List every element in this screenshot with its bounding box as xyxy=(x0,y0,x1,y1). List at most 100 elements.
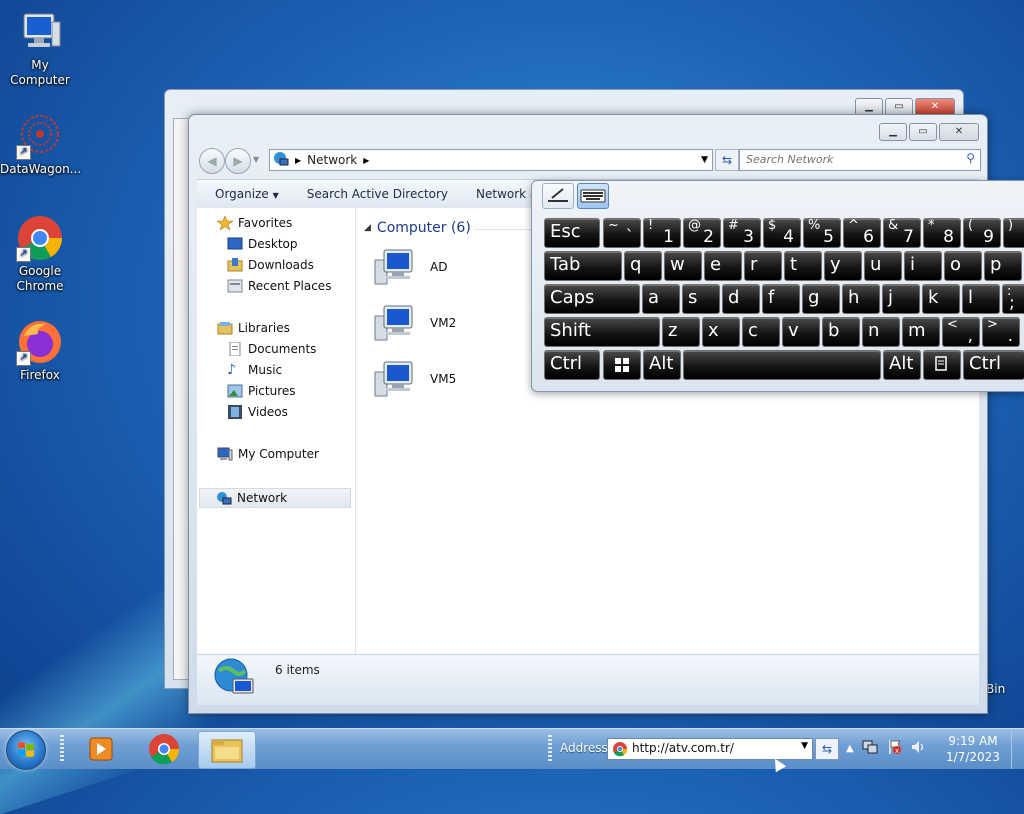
key-menu[interactable] xyxy=(923,350,961,380)
key-3[interactable]: #3 xyxy=(723,218,761,248)
group-header-computer[interactable]: ◢ Computer (6) xyxy=(364,220,471,236)
key-r[interactable]: r xyxy=(744,251,782,281)
key-y[interactable]: y xyxy=(824,251,862,281)
key-8[interactable]: * 8 xyxy=(923,218,961,248)
key-h[interactable]: h xyxy=(842,284,880,314)
handwriting-tab[interactable] xyxy=(542,183,574,209)
search-active-directory-button[interactable]: Search Active Directory xyxy=(307,187,448,201)
key-comma[interactable]: <, xyxy=(942,317,980,347)
network-tray-icon[interactable] xyxy=(862,739,878,758)
collapse-triangle-icon[interactable]: ◢ xyxy=(364,223,371,233)
key-g[interactable]: g xyxy=(802,284,840,314)
key-v[interactable]: v xyxy=(782,317,820,347)
key-0[interactable]: ) xyxy=(1003,218,1024,248)
taskbar-chrome[interactable] xyxy=(136,731,192,767)
key-4[interactable]: $4 xyxy=(763,218,801,248)
nav-downloads[interactable]: Downloads xyxy=(227,258,314,272)
minimize-button[interactable]: ▁ xyxy=(879,123,907,141)
nav-music[interactable]: ♪ Music xyxy=(227,363,282,377)
key-period[interactable]: >. xyxy=(982,317,1020,347)
nav-my-computer[interactable]: My Computer xyxy=(217,447,319,461)
refresh-button[interactable]: ⇆ xyxy=(715,149,739,171)
action-center-flag-icon[interactable]: x xyxy=(886,739,902,758)
taskbar-grip[interactable] xyxy=(60,735,64,763)
nav-favorites[interactable]: Favorites xyxy=(216,215,292,231)
breadcrumb-network[interactable]: Network xyxy=(307,153,357,167)
key-s[interactable]: s xyxy=(682,284,720,314)
search-input[interactable] xyxy=(740,150,962,168)
key-o[interactable]: o xyxy=(944,251,982,281)
key-l[interactable]: l xyxy=(962,284,1000,314)
key-1[interactable]: ! 1 xyxy=(643,218,681,248)
nav-videos[interactable]: Videos xyxy=(227,405,288,419)
desktop-icon-my-computer[interactable]: My Computer xyxy=(0,8,80,88)
maximize-button[interactable]: ▭ xyxy=(909,123,937,141)
volume-icon[interactable] xyxy=(910,739,926,758)
key-tab[interactable]: Tab xyxy=(544,251,622,281)
key-b[interactable]: b xyxy=(822,317,860,347)
key-shift[interactable]: Shift xyxy=(544,317,660,347)
forward-button[interactable]: ▶ xyxy=(225,148,251,174)
key-tilde[interactable]: ~ ` xyxy=(603,218,641,248)
desktop-icon-datawagon[interactable]: ↗ DataWagon... xyxy=(0,112,81,177)
nav-pictures[interactable]: Pictures xyxy=(227,384,296,398)
chevron-down-icon[interactable]: ▼ xyxy=(801,741,808,751)
key-windows[interactable] xyxy=(603,350,641,380)
back-button[interactable]: ◀ xyxy=(199,148,225,174)
desktop-icon-google-chrome[interactable]: ↗ Google Chrome xyxy=(0,214,80,294)
key-u[interactable]: u xyxy=(864,251,902,281)
taskbar-media-player[interactable] xyxy=(72,731,128,767)
nav-network[interactable]: Network xyxy=(199,488,351,508)
key-a[interactable]: a xyxy=(642,284,680,314)
key-alt-right[interactable]: Alt xyxy=(883,350,921,380)
desktop-icon-firefox[interactable]: ↗ Firefox xyxy=(0,318,80,383)
key-caps[interactable]: Caps xyxy=(544,284,640,314)
key-k[interactable]: k xyxy=(922,284,960,314)
key-space[interactable] xyxy=(683,350,881,380)
on-screen-keyboard[interactable]: Esc ~ ` ! 1 @2 #3 $4 % 5 ^ 6 & 7 * 8 (9 ) Tab … xyxy=(531,180,1024,392)
address-dropdown-icon[interactable]: ▼ xyxy=(701,150,708,170)
key-alt-left[interactable]: Alt xyxy=(643,350,681,380)
key-6[interactable]: ^ 6 xyxy=(843,218,881,248)
nav-libraries[interactable]: Libraries xyxy=(217,321,290,335)
list-item[interactable]: VM5 xyxy=(374,358,456,400)
key-x[interactable]: x xyxy=(702,317,740,347)
show-hidden-icons-icon[interactable]: ▲ xyxy=(846,743,854,754)
start-button[interactable] xyxy=(6,730,46,770)
nav-documents[interactable]: Documents xyxy=(227,341,316,357)
taskbar-address-field[interactable]: http://atv.com.tr/ ▼ xyxy=(607,738,813,760)
search-icon[interactable]: ⚲ xyxy=(966,151,975,165)
list-item[interactable]: AD xyxy=(374,246,447,288)
nav-recent-places[interactable]: Recent Places xyxy=(227,279,331,293)
key-esc[interactable]: Esc xyxy=(544,218,600,248)
key-w[interactable]: w xyxy=(664,251,702,281)
key-5[interactable]: % 5 xyxy=(803,218,841,248)
key-d[interactable]: d xyxy=(722,284,760,314)
toolbar-grip[interactable] xyxy=(548,735,552,763)
key-ctrl-right[interactable]: Ctrl xyxy=(963,350,1024,380)
key-p[interactable]: p xyxy=(984,251,1022,281)
organize-button[interactable]: Organize ▼ xyxy=(215,187,279,201)
key-q[interactable]: q xyxy=(624,251,662,281)
key-2[interactable]: @2 xyxy=(683,218,721,248)
taskbar-explorer[interactable] xyxy=(198,731,256,769)
address-url[interactable]: http://atv.com.tr/ xyxy=(632,741,734,755)
key-z[interactable]: z xyxy=(662,317,700,347)
key-9[interactable]: (9 xyxy=(963,218,1001,248)
key-j[interactable]: j xyxy=(882,284,920,314)
keyboard-tab[interactable] xyxy=(577,183,609,209)
key-semicolon[interactable]: :; xyxy=(1002,284,1024,314)
close-button[interactable]: ✕ xyxy=(939,123,979,141)
key-i[interactable]: i xyxy=(904,251,942,281)
key-e[interactable]: e xyxy=(704,251,742,281)
list-item[interactable]: VM2 xyxy=(374,302,456,344)
key-c[interactable]: c xyxy=(742,317,780,347)
recycle-bin-label[interactable]: Bin xyxy=(986,682,1005,696)
nav-desktop[interactable]: Desktop xyxy=(227,237,298,251)
address-go-button[interactable]: ⇆ xyxy=(815,738,839,760)
key-n[interactable]: n xyxy=(862,317,900,347)
show-desktop-button[interactable] xyxy=(1011,729,1024,769)
breadcrumb-separator-icon[interactable]: ▶ xyxy=(363,156,369,165)
key-m[interactable]: m xyxy=(902,317,940,347)
clock[interactable]: 9:19 AM 1/7/2023 xyxy=(936,733,1010,765)
